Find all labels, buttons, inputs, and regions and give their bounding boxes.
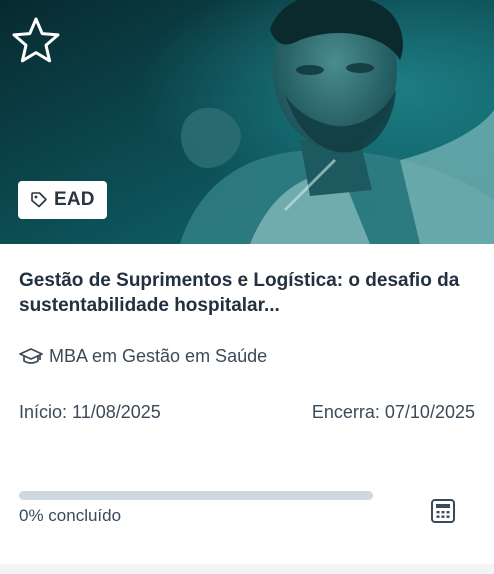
course-card[interactable]: EAD Gestão de Suprimentos e Logística: o… [0, 0, 494, 564]
course-title[interactable]: Gestão de Suprimentos e Logística: o des… [19, 268, 479, 318]
program-label: MBA em Gestão em Saúde [49, 346, 268, 366]
start-date: Início: 11/08/2025 [19, 402, 161, 422]
program-info: MBA em Gestão em Saúde [19, 346, 267, 367]
progress-label: 0% concluído [19, 506, 122, 525]
end-date: Encerra: 07/10/2025 [311, 402, 475, 422]
modality-badge: EAD [18, 181, 107, 219]
calculator-icon [431, 499, 455, 523]
tag-icon [31, 192, 47, 208]
course-dates: Início: 11/08/2025 Encerra: 07/10/2025 [19, 402, 475, 423]
star-outline-icon [12, 17, 60, 63]
graduation-cap-icon [19, 347, 43, 364]
progress-bar [19, 491, 373, 500]
grades-button[interactable] [428, 496, 458, 526]
favorite-button[interactable] [10, 14, 62, 66]
badge-label: EAD [54, 189, 95, 210]
course-cover-image: EAD [0, 0, 494, 244]
